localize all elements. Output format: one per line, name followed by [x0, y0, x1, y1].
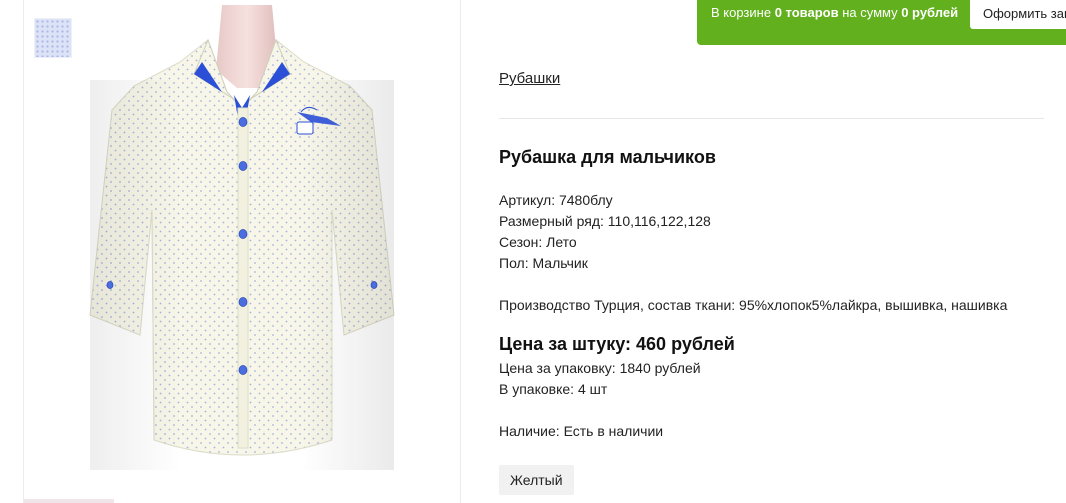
- cart-bar: В корзине 0 товаров на сумму 0 рублей Оф…: [697, 0, 1066, 45]
- color-option-yellow[interactable]: Желтый: [499, 465, 574, 495]
- spec-article: Артикул: 7480блу: [499, 192, 613, 208]
- divider: [499, 118, 1044, 119]
- checkout-button[interactable]: Оформить зак: [970, 0, 1066, 29]
- spec-list: Артикул: 7480блу Размерный ряд: 110,116,…: [499, 190, 711, 274]
- spec-gender: Пол: Мальчик: [499, 255, 588, 271]
- product-page: В корзине 0 товаров на сумму 0 рублей Оф…: [0, 0, 1066, 503]
- composition-text: Производство Турция, состав ткани: 95%хл…: [499, 297, 1008, 313]
- spec-season: Сезон: Лето: [499, 234, 577, 250]
- cart-prefix: В корзине: [711, 5, 775, 20]
- cart-summary: В корзине 0 товаров на сумму 0 рублей: [711, 5, 958, 21]
- product-title: Рубашка для мальчиков: [499, 147, 716, 167]
- pack-quantity: В упаковке: 4 шт: [499, 381, 608, 397]
- cart-sum: 0 рублей: [901, 5, 959, 20]
- cart-middle: на сумму: [838, 5, 902, 20]
- product-gallery: [23, 0, 461, 503]
- price-per-pack: Цена за упаковку: 1840 рублей: [499, 360, 701, 376]
- breadcrumb-category[interactable]: Рубашки: [499, 70, 560, 87]
- product-main-image[interactable]: [82, 0, 402, 480]
- cart-count: 0 товаров: [774, 5, 839, 20]
- thumbnail-image[interactable]: [34, 18, 72, 58]
- price-per-unit: Цена за штуку: 460 рублей: [499, 334, 735, 354]
- thumbnail-strip: [24, 499, 114, 503]
- availability-status: Наличие: Есть в наличии: [499, 423, 664, 439]
- spec-sizes: Размерный ряд: 110,116,122,128: [499, 213, 711, 229]
